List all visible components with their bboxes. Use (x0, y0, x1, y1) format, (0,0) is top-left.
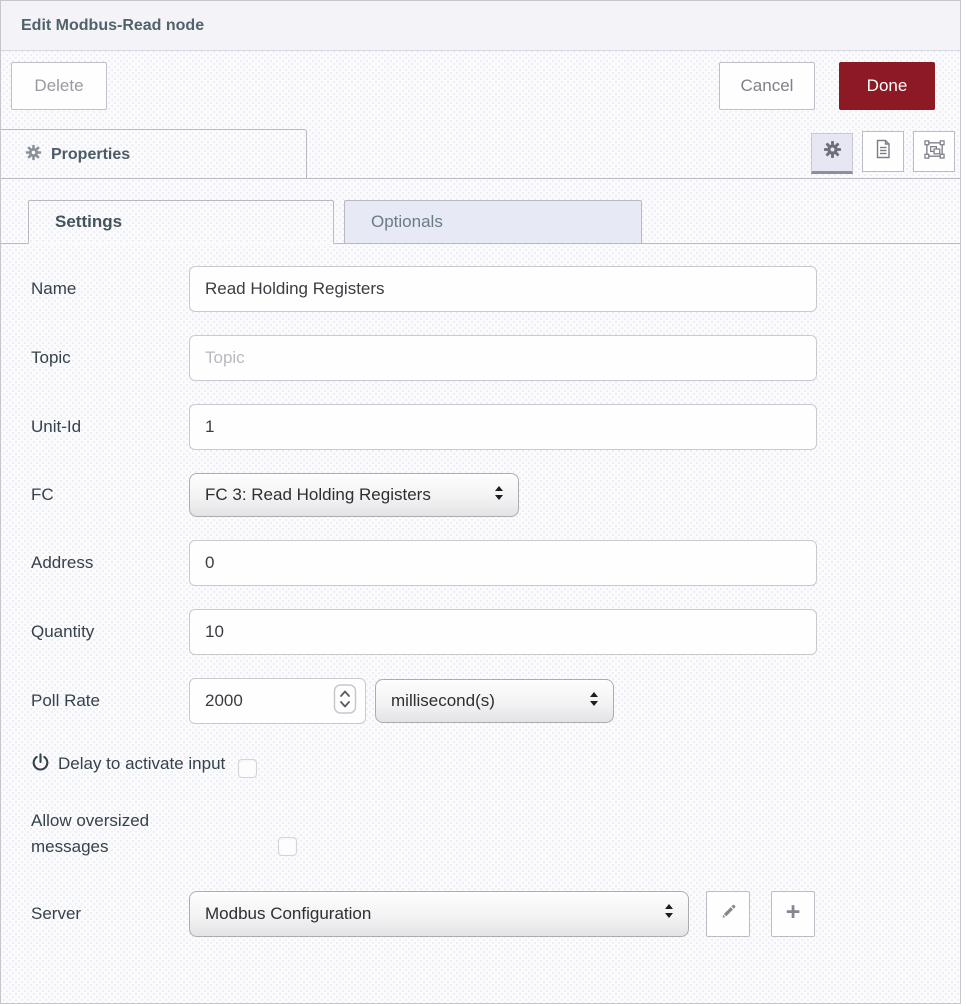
topic-label: Topic (31, 348, 189, 368)
dialog-toolbar: Delete Cancel Done (1, 51, 960, 128)
fc-label: FC (31, 485, 189, 505)
address-row: Address (31, 540, 960, 586)
delay-checkbox[interactable] (238, 759, 257, 778)
unit-id-row: Unit-Id (31, 404, 960, 450)
unit-id-input[interactable] (189, 404, 817, 450)
delay-row: Delay to activate input (31, 751, 960, 778)
server-select[interactable]: Modbus Configuration (189, 891, 689, 937)
edit-node-dialog: Edit Modbus-Read node Delete Cancel Done (0, 0, 961, 1004)
topic-row: Topic (31, 335, 960, 381)
done-button[interactable]: Done (839, 62, 935, 110)
oversized-label: Allow oversized messages (31, 808, 181, 861)
properties-tab-label: Properties (51, 146, 130, 164)
oversized-row: Allow oversized messages (31, 808, 960, 861)
quantity-row: Quantity (31, 609, 960, 655)
address-label: Address (31, 553, 189, 573)
gear-icon (25, 144, 42, 166)
server-selected-value: Modbus Configuration (205, 904, 371, 924)
dialog-title: Edit Modbus-Read node (21, 17, 204, 35)
object-group-button[interactable] (913, 131, 955, 172)
tray-content: Settings Optionals Name Topic Unit-Id FC (1, 179, 960, 937)
name-input[interactable] (189, 266, 817, 312)
server-label: Server (31, 904, 189, 924)
add-server-button[interactable]: + (771, 891, 815, 937)
poll-rate-unit-value: millisecond(s) (391, 691, 495, 711)
cancel-button[interactable]: Cancel (719, 62, 815, 110)
edit-server-button[interactable] (706, 891, 750, 937)
quantity-input[interactable] (189, 609, 817, 655)
node-description-button[interactable] (862, 131, 904, 172)
tab-optionals[interactable]: Optionals (344, 200, 642, 244)
poll-rate-input-wrap (189, 678, 366, 724)
unit-id-label: Unit-Id (31, 417, 189, 437)
name-label: Name (31, 279, 189, 299)
delay-label: Delay to activate input (58, 751, 225, 777)
poll-rate-row: Poll Rate millisecond(s) (31, 678, 960, 724)
tab-settings[interactable]: Settings (28, 200, 334, 244)
poll-rate-input[interactable] (205, 691, 333, 711)
oversized-checkbox[interactable] (278, 837, 297, 856)
server-row: Server Modbus Configuration (31, 891, 960, 937)
quantity-label: Quantity (31, 622, 189, 642)
fc-selected-value: FC 3: Read Holding Registers (205, 485, 431, 505)
fc-select[interactable]: FC 3: Read Holding Registers (189, 473, 519, 517)
poll-rate-label: Poll Rate (31, 691, 189, 711)
tab-properties[interactable]: Properties (1, 129, 307, 179)
poll-rate-unit-select[interactable]: millisecond(s) (375, 679, 614, 723)
power-icon (31, 753, 50, 777)
plus-icon: + (786, 900, 801, 925)
dialog-header: Edit Modbus-Read node (1, 1, 960, 51)
address-input[interactable] (189, 540, 817, 586)
select-arrows-icon (493, 484, 505, 507)
settings-form: Name Topic Unit-Id FC FC 3: Read Holding… (1, 244, 960, 937)
settings-tab-bar: Settings Optionals (1, 200, 960, 244)
select-arrows-icon (663, 902, 675, 925)
delete-button[interactable]: Delete (11, 62, 107, 110)
pencil-icon (720, 903, 737, 925)
properties-view-button[interactable] (811, 133, 853, 174)
fc-row: FC FC 3: Read Holding Registers (31, 473, 960, 517)
name-row: Name (31, 266, 960, 312)
properties-tab-row: Properties (1, 128, 960, 179)
number-stepper[interactable] (333, 683, 357, 720)
object-group-icon (924, 139, 945, 165)
gear-icon (823, 140, 842, 164)
select-arrows-icon (588, 690, 600, 713)
topic-input[interactable] (189, 335, 817, 381)
document-icon (873, 139, 893, 164)
